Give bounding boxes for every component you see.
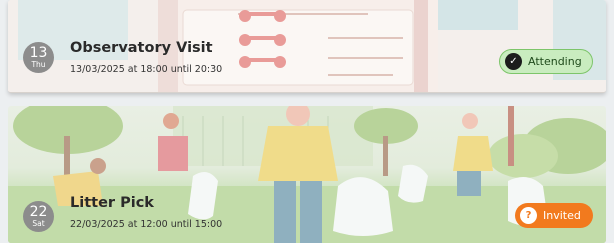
date-weekday: Sat <box>32 219 45 228</box>
event-card-litter-pick[interactable]: 22 Sat Litter Pick 22/03/2025 at 12:00 u… <box>8 106 606 243</box>
event-time: 22/03/2025 at 12:00 until 15:00 <box>70 219 223 230</box>
date-day: 22 <box>29 204 48 220</box>
event-title: Litter Pick <box>70 195 154 211</box>
date-badge: 22 Sat <box>23 201 54 232</box>
check-icon: ✓ <box>505 53 522 70</box>
question-icon: ? <box>520 207 537 224</box>
event-card-observatory[interactable]: 13 Thu Observatory Visit 13/03/2025 at 1… <box>8 0 606 93</box>
status-label: Attending <box>528 55 582 68</box>
date-weekday: Thu <box>31 60 46 69</box>
date-day: 13 <box>29 45 48 61</box>
status-badge-invited[interactable]: ? Invited <box>515 203 593 228</box>
event-time: 13/03/2025 at 18:00 until 20:30 <box>70 64 223 75</box>
event-title: Observatory Visit <box>70 40 213 56</box>
date-badge: 13 Thu <box>23 42 54 73</box>
status-badge-attending[interactable]: ✓ Attending <box>499 49 593 74</box>
status-label: Invited <box>543 209 581 222</box>
